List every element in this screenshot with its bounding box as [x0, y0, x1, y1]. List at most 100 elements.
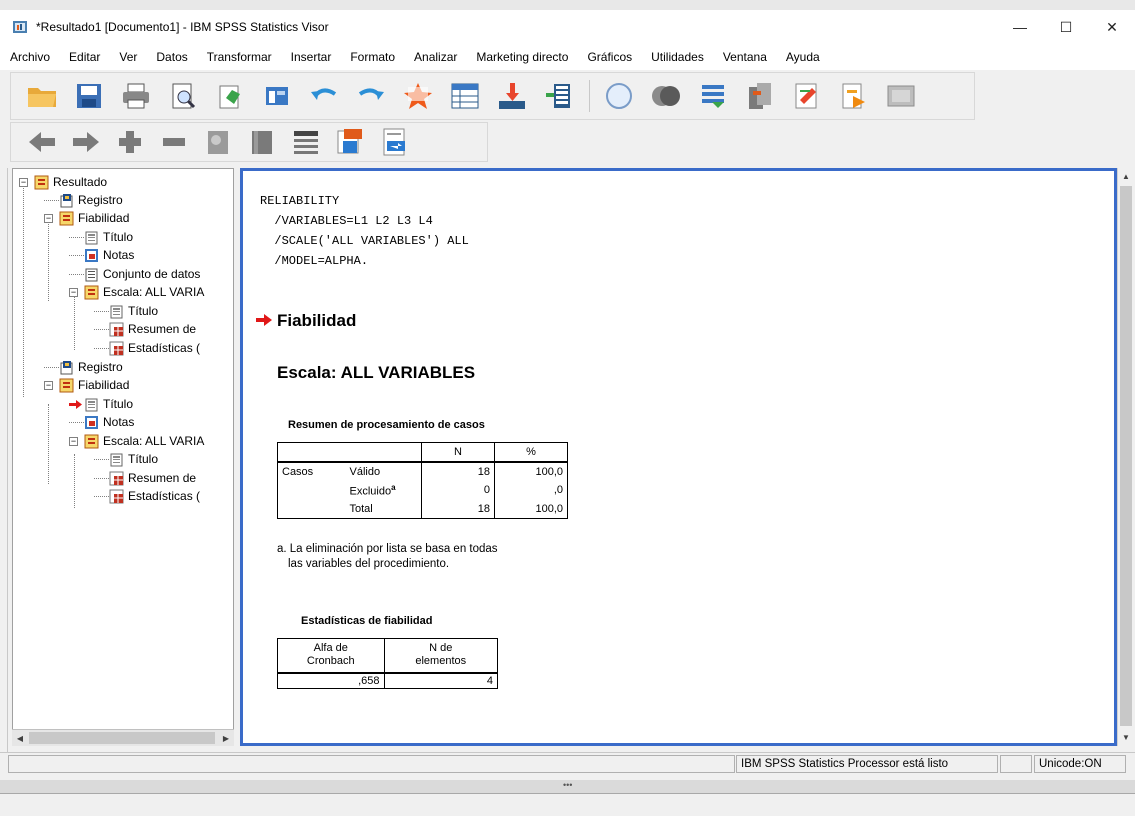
scroll-up-arrow-icon[interactable]: ▲: [1118, 168, 1134, 184]
outline-item-label: Fiabilidad: [78, 211, 130, 225]
outline-item[interactable]: Notas: [69, 246, 134, 264]
maximize-button[interactable]: ☐: [1043, 10, 1089, 44]
close-button[interactable]: ✕: [1089, 10, 1135, 44]
toolbar-separator: [589, 80, 590, 112]
hide-icon[interactable]: [245, 125, 279, 159]
outline-item[interactable]: − Fiabilidad: [44, 376, 129, 394]
outline-item[interactable]: Registro: [44, 358, 123, 376]
open-folder-icon[interactable]: [25, 79, 59, 113]
demote-icon[interactable]: [69, 125, 103, 159]
syntax-line: /SCALE('ALL VARIABLES') ALL: [260, 234, 469, 248]
outline-item[interactable]: Conjunto de datos: [69, 265, 200, 283]
collapse-icon[interactable]: [157, 125, 191, 159]
save-icon[interactable]: [72, 79, 106, 113]
minimize-button[interactable]: —: [997, 10, 1043, 44]
show-all-icon[interactable]: [602, 79, 636, 113]
outline-pane[interactable]: − Resultado Registro − Fiabilidad Título Notas…: [12, 168, 234, 746]
print-preview-icon[interactable]: [166, 79, 200, 113]
menu-item[interactable]: Marketing directo: [476, 50, 568, 64]
menu-item[interactable]: Archivo: [10, 50, 50, 64]
cell-value: 18: [421, 499, 495, 519]
collapse-toggle-icon[interactable]: −: [69, 436, 78, 446]
expand-icon[interactable]: [113, 125, 147, 159]
collapse-toggle-icon[interactable]: −: [69, 287, 78, 297]
create-title-icon[interactable]: [743, 79, 777, 113]
outline-item[interactable]: Registro: [44, 191, 123, 209]
table-icon: [109, 489, 124, 504]
outline-item-label: Registro: [78, 193, 123, 207]
output-book-icon: [34, 175, 49, 190]
menu-item[interactable]: Gráficos: [587, 50, 632, 64]
tree-connector: [44, 199, 59, 201]
row-group-label: Casos: [277, 461, 346, 481]
promote-icon[interactable]: [25, 125, 59, 159]
outline-item-label: Resultado: [53, 175, 108, 189]
insert-new-title-icon[interactable]: [333, 125, 367, 159]
outline-horizontal-scrollbar[interactable]: ◀ ▶: [12, 729, 234, 746]
menu-item[interactable]: Analizar: [414, 50, 457, 64]
case-summary-table[interactable]: N % Casos Válido 18 100,0 Excluidoa 0 ,0…: [277, 442, 568, 519]
scroll-down-arrow-icon[interactable]: ▼: [1118, 729, 1134, 745]
menu-item[interactable]: Utilidades: [651, 50, 704, 64]
menu-item[interactable]: Formato: [350, 50, 395, 64]
log-icon: [59, 360, 74, 375]
outline-item[interactable]: − Escala: ALL VARIA: [69, 283, 204, 301]
header-line: Alfa de: [313, 642, 348, 655]
outline-item[interactable]: Título: [94, 302, 158, 320]
insert-heading-icon[interactable]: [289, 125, 323, 159]
menu-item[interactable]: Ayuda: [786, 50, 820, 64]
hide-icon[interactable]: [649, 79, 683, 113]
outline-item[interactable]: − Escala: ALL VARIA: [69, 432, 204, 450]
insert-page-title-icon[interactable]: [790, 79, 824, 113]
outline-item[interactable]: − Fiabilidad: [44, 209, 129, 227]
goto-data-icon[interactable]: [401, 79, 435, 113]
outline-toolbar: [10, 122, 488, 162]
recall-dialog-icon[interactable]: [260, 79, 294, 113]
menu-item[interactable]: Insertar: [291, 50, 332, 64]
insert-text-icon[interactable]: [377, 125, 411, 159]
undo-icon[interactable]: [307, 79, 341, 113]
outline-item[interactable]: Notas: [69, 413, 134, 431]
scroll-right-arrow-icon[interactable]: ▶: [218, 730, 234, 746]
spss-viewer-window: *Resultado1 [Documento1] - IBM SPSS Stat…: [0, 0, 1135, 816]
menu-bar: Archivo Editar Ver Datos Transformar Insertar…: [0, 44, 1135, 70]
outline-item[interactable]: Título: [94, 450, 158, 468]
dataset-icon: [84, 267, 99, 282]
tree-connector: [69, 254, 84, 256]
collapse-toggle-icon[interactable]: −: [44, 213, 53, 223]
outline-item[interactable]: Título: [69, 228, 133, 246]
menu-item[interactable]: Datos: [156, 50, 187, 64]
header-line: Cronbach: [306, 655, 355, 668]
outline-item[interactable]: Estadísticas (: [94, 339, 200, 357]
redo-icon[interactable]: [354, 79, 388, 113]
goto-variable-icon[interactable]: [495, 79, 529, 113]
goto-case-icon[interactable]: [448, 79, 482, 113]
outline-item[interactable]: Estadísticas (: [94, 487, 200, 505]
designate-window-icon[interactable]: [696, 79, 730, 113]
show-icon[interactable]: [201, 125, 235, 159]
variables-icon[interactable]: [542, 79, 576, 113]
output-content-pane[interactable]: RELIABILITY /VARIABLES=L1 L2 L3 L4 /SCAL…: [240, 168, 1117, 746]
print-icon[interactable]: [119, 79, 153, 113]
collapse-toggle-icon[interactable]: −: [19, 177, 28, 187]
content-scroll-thumb[interactable]: [1120, 186, 1132, 726]
menu-item[interactable]: Transformar: [207, 50, 272, 64]
outline-item[interactable]: − Resultado: [19, 173, 107, 191]
export-icon[interactable]: [213, 79, 247, 113]
outline-item[interactable]: Resumen de: [94, 320, 196, 338]
reliability-stats-table[interactable]: Alfa de Cronbach N de elementos ,658 4: [277, 638, 499, 689]
outline-item[interactable]: Resumen de: [94, 469, 196, 487]
column-header-pct: %: [494, 442, 568, 463]
run-script-icon[interactable]: [884, 79, 918, 113]
menu-item[interactable]: Editar: [69, 50, 100, 64]
scale-title: Escala: ALL VARIABLES: [277, 363, 476, 382]
menu-item[interactable]: Ventana: [723, 50, 767, 64]
menu-item[interactable]: Ver: [119, 50, 137, 64]
content-vertical-scrollbar[interactable]: ▲ ▼: [1117, 168, 1134, 746]
scroll-left-arrow-icon[interactable]: ◀: [12, 730, 28, 746]
column-header-n-items: N de elementos: [383, 638, 499, 674]
outline-item[interactable]: Título: [69, 395, 133, 413]
collapse-toggle-icon[interactable]: −: [44, 380, 53, 390]
outline-scroll-thumb[interactable]: [29, 732, 215, 744]
insert-text-icon[interactable]: [837, 79, 871, 113]
